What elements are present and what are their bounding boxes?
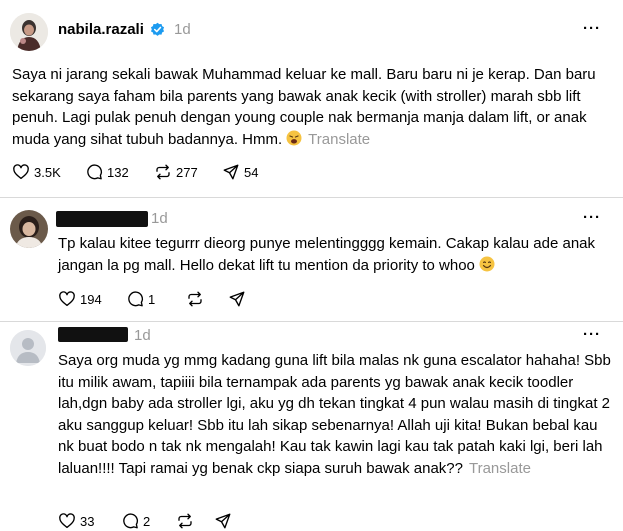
share-button[interactable] <box>228 290 246 308</box>
repost-button[interactable] <box>186 290 204 308</box>
translate-link[interactable]: Translate <box>469 460 531 477</box>
more-icon[interactable]: ··· <box>583 20 601 37</box>
share-count: 54 <box>244 164 259 180</box>
avatar[interactable] <box>10 210 48 248</box>
avatar-image <box>10 210 48 248</box>
comment-icon <box>87 164 102 180</box>
default-avatar-icon <box>10 330 46 366</box>
divider <box>0 321 623 322</box>
like-button[interactable]: 3.5K <box>12 163 61 181</box>
repost-icon <box>178 513 192 529</box>
like-button[interactable]: 194 <box>58 290 102 308</box>
post-text: Saya ni jarang sekali bawak Muhammad kel… <box>12 66 596 148</box>
redacted-username <box>58 327 128 342</box>
comment-button[interactable]: 2 <box>121 512 150 530</box>
like-count: 33 <box>80 513 95 529</box>
like-count: 194 <box>80 291 102 307</box>
repost-button[interactable] <box>176 512 194 530</box>
reply-text-block: Tp kalau kitee tegurrr dieorg punye mele… <box>58 233 610 276</box>
post-text-block: Saya ni jarang sekali bawak Muhammad kel… <box>12 64 612 150</box>
heart-icon <box>59 291 75 307</box>
repost-button[interactable]: 277 <box>154 163 198 181</box>
reply-timestamp[interactable]: 1d <box>151 210 168 227</box>
repost-icon <box>188 291 202 307</box>
weary-face-emoji <box>286 130 302 145</box>
reply-text: Tp kalau kitee tegurrr dieorg punye mele… <box>58 235 595 274</box>
heart-icon <box>13 164 29 180</box>
reply-text-block: Saya org muda yg mmg kadang guna lift bi… <box>58 350 616 479</box>
share-button[interactable] <box>214 512 232 530</box>
divider <box>0 197 623 198</box>
redacted-username <box>56 211 148 227</box>
comment-button[interactable]: 132 <box>85 163 129 181</box>
comment-icon <box>123 513 138 529</box>
translate-link[interactable]: Translate <box>308 131 370 148</box>
comment-icon <box>128 291 143 307</box>
comment-button[interactable]: 1 <box>126 290 155 308</box>
repost-icon <box>156 164 170 180</box>
verified-badge-icon <box>150 22 165 36</box>
heart-icon <box>59 513 75 529</box>
like-count: 3.5K <box>34 164 61 180</box>
more-icon[interactable]: ··· <box>583 326 601 343</box>
comment-count: 132 <box>107 164 129 180</box>
avatar[interactable] <box>10 330 46 366</box>
reply-timestamp[interactable]: 1d <box>134 327 151 344</box>
smiling-face-emoji <box>479 256 495 271</box>
more-icon[interactable]: ··· <box>583 209 601 226</box>
username[interactable]: nabila.razali <box>58 21 144 38</box>
share-icon <box>215 513 231 529</box>
comment-count: 1 <box>148 291 156 307</box>
like-button[interactable]: 33 <box>58 512 94 530</box>
share-icon <box>229 291 245 307</box>
share-icon <box>223 164 239 180</box>
share-button[interactable]: 54 <box>222 163 258 181</box>
post-timestamp[interactable]: 1d <box>174 21 191 38</box>
avatar-image <box>10 13 48 51</box>
repost-count: 277 <box>176 164 198 180</box>
avatar[interactable] <box>10 13 48 51</box>
reply-text: Saya org muda yg mmg kadang guna lift bi… <box>58 352 611 477</box>
comment-count: 2 <box>143 513 151 529</box>
